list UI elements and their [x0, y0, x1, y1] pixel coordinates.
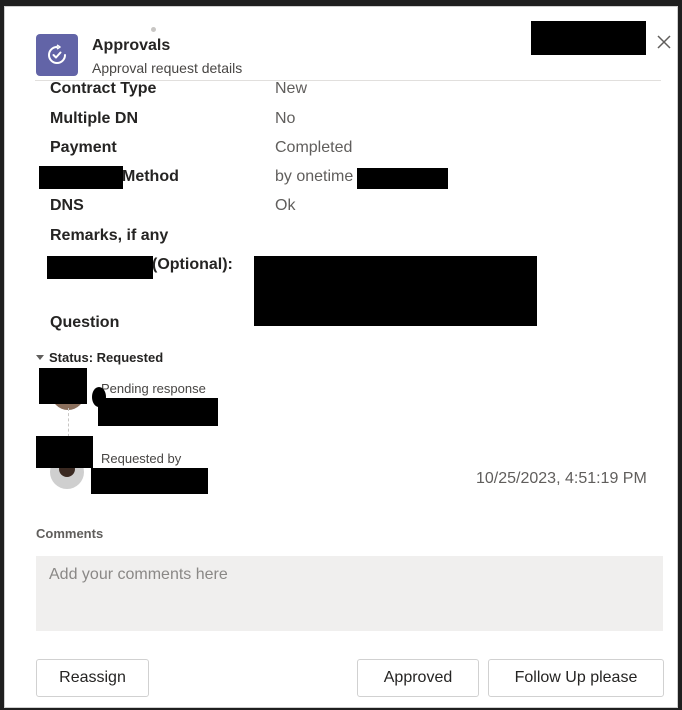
field-value-payment: Completed	[275, 139, 353, 156]
redacted-block	[91, 468, 208, 494]
caret-down-icon	[36, 355, 44, 360]
redacted-block	[531, 21, 646, 55]
pending-response-label: Pending response	[101, 381, 206, 396]
redacted-block	[39, 368, 87, 404]
field-value-dns: Ok	[275, 197, 296, 214]
comments-label: Comments	[36, 526, 104, 541]
field-label-remarks: Remarks, if any	[50, 227, 169, 244]
status-toggle[interactable]: Status: Requested	[36, 350, 163, 365]
field-label-optional: (Optional):	[152, 256, 233, 273]
redacted-block	[98, 398, 218, 426]
drag-handle-dot	[151, 27, 156, 32]
request-timestamp: 10/25/2023, 4:51:19 PM	[476, 470, 647, 487]
redacted-block	[357, 168, 448, 189]
field-label-multiple-dn: Multiple DN	[50, 110, 138, 127]
approval-dialog: Approvals Approval request details Contr…	[4, 6, 678, 708]
redacted-block	[254, 256, 537, 326]
status-header-label: Status: Requested	[49, 350, 164, 365]
field-label-method: Method	[122, 168, 179, 185]
close-icon	[657, 35, 671, 49]
field-value-method: by onetime	[275, 168, 354, 185]
close-button[interactable]	[654, 32, 674, 52]
redacted-block	[39, 166, 123, 189]
field-value-multiple-dn: No	[275, 110, 296, 127]
field-label-dns: DNS	[50, 197, 84, 214]
redacted-block	[36, 436, 93, 468]
field-value-contract-type: New	[275, 80, 308, 97]
reassign-button[interactable]: Reassign	[36, 659, 149, 697]
redacted-block	[47, 256, 153, 279]
comments-input[interactable]	[36, 556, 663, 631]
field-label-contract-type: Contract Type	[50, 80, 157, 97]
approved-button[interactable]: Approved	[357, 659, 479, 697]
field-label-payment: Payment	[50, 139, 117, 156]
approvals-icon	[36, 34, 78, 76]
requested-by-label: Requested by	[101, 451, 182, 466]
follow-up-button[interactable]: Follow Up please	[488, 659, 664, 697]
dialog-subtitle: Approval request details	[92, 60, 243, 76]
field-label-question: Question	[50, 314, 120, 331]
dialog-title: Approvals	[92, 37, 171, 54]
